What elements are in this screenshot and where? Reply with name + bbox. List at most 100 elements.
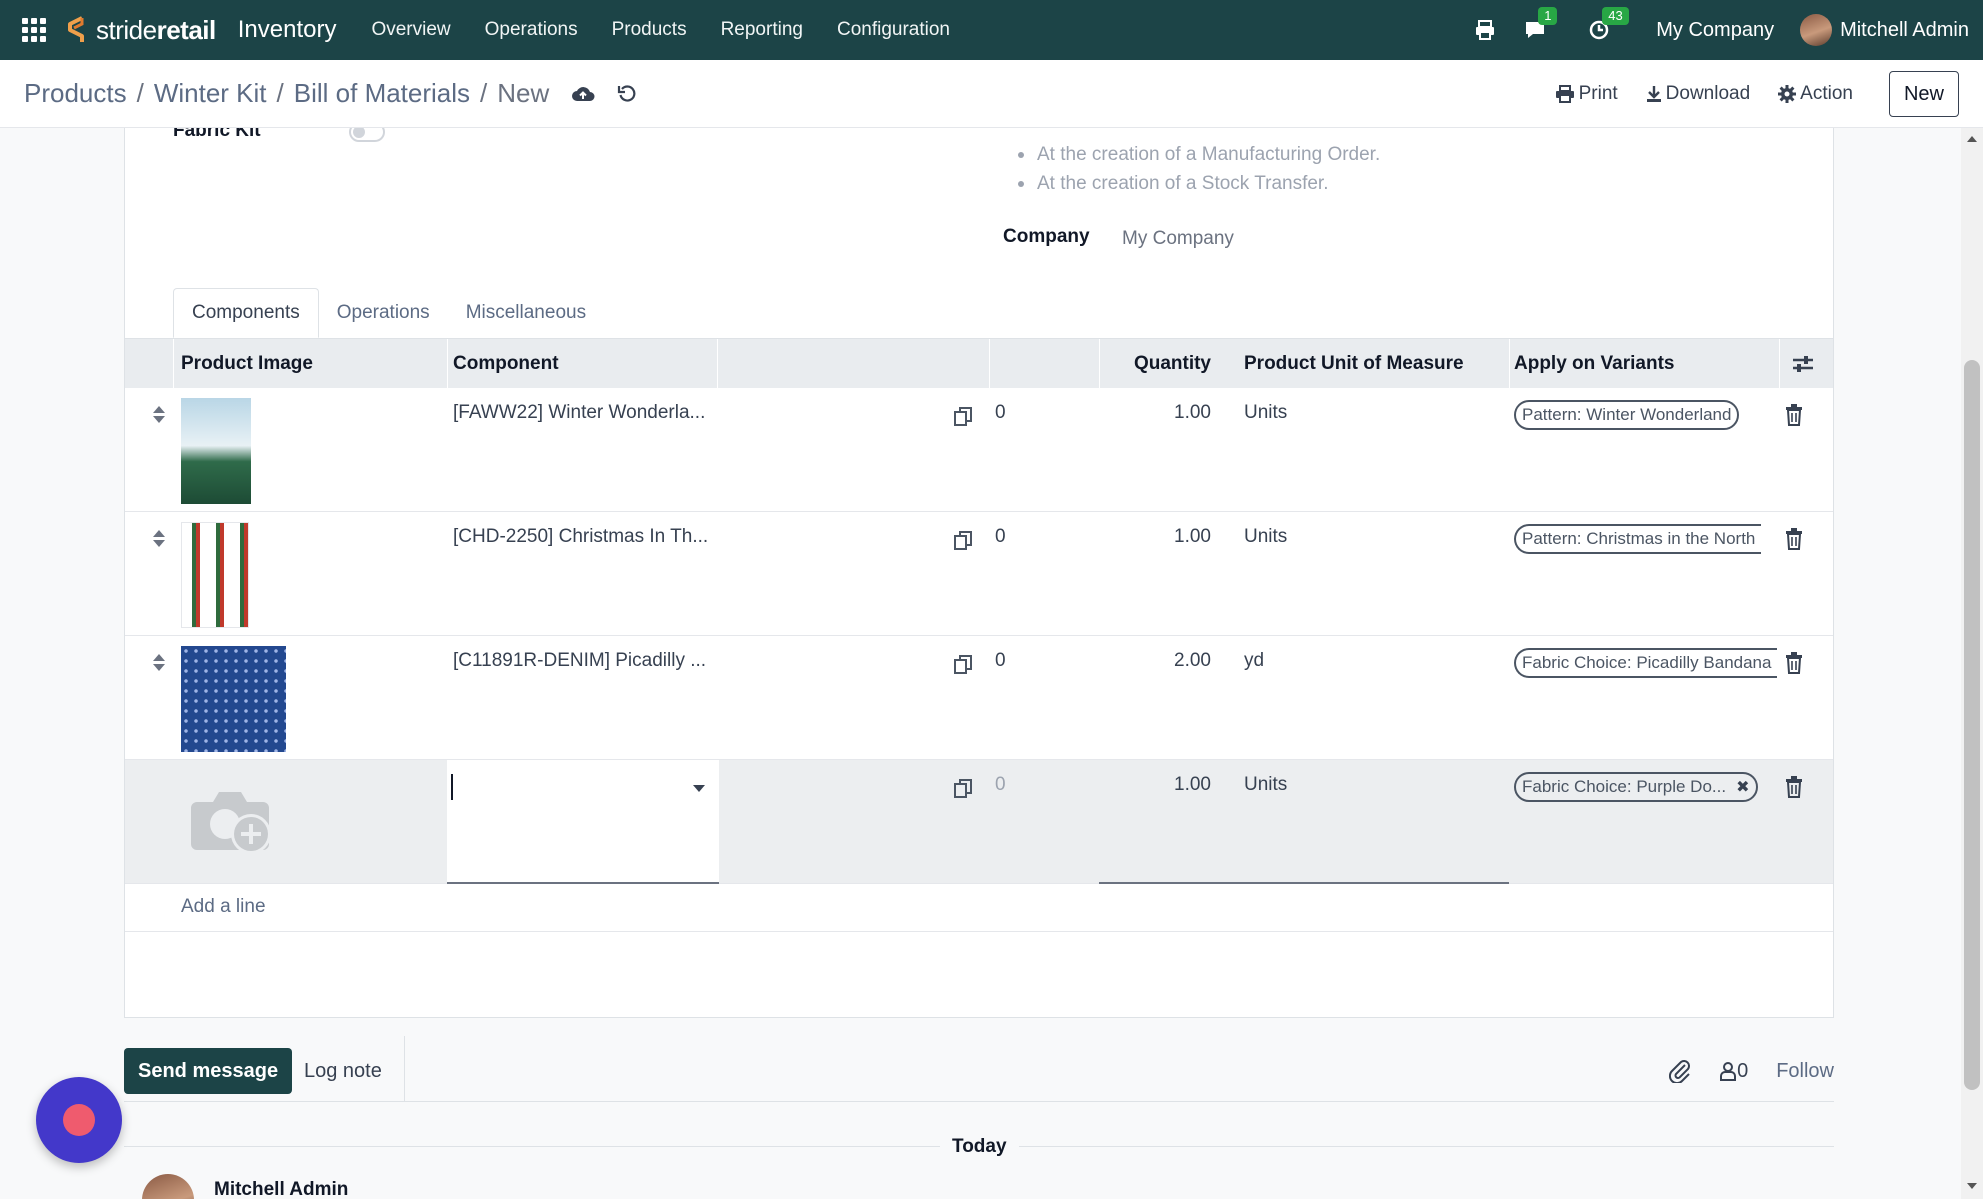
drag-handle-icon[interactable] (153, 654, 165, 674)
header-product-image[interactable]: Product Image (181, 339, 313, 389)
breadcrumb-bill-of-materials[interactable]: Bill of Materials (294, 78, 470, 109)
quantity-input[interactable]: 1.00 (1105, 774, 1211, 796)
breadcrumb-winter-kit[interactable]: Winter Kit (154, 78, 267, 109)
drag-handle-icon[interactable] (153, 406, 165, 426)
component-name[interactable]: [CHD-2250] Christmas In Th... (453, 526, 708, 548)
table-row[interactable]: [CHD-2250] Christmas In Th... 0 1.00 Uni… (125, 512, 1833, 636)
column-divider (717, 339, 718, 389)
component-select-input[interactable] (447, 760, 719, 884)
new-button[interactable]: New (1888, 71, 1959, 117)
quantity-value[interactable]: 1.00 (1105, 402, 1211, 424)
floating-record-button[interactable] (36, 1077, 122, 1163)
trash-icon[interactable] (1785, 528, 1803, 550)
camera-add-icon[interactable] (189, 784, 275, 856)
uom-select[interactable]: Units (1244, 774, 1287, 796)
copy-icon[interactable] (953, 406, 975, 428)
menu-configuration[interactable]: Configuration (820, 19, 967, 41)
dropdown-caret-icon[interactable] (693, 785, 705, 792)
copy-icon[interactable] (953, 778, 975, 800)
page-scrollbar[interactable] (1961, 128, 1983, 1199)
breadcrumb-current: New (497, 78, 550, 108)
component-name[interactable]: [FAWW22] Winter Wonderla... (453, 402, 705, 424)
followers-button[interactable]: 0 (1719, 1060, 1748, 1083)
scroll-down-arrow-icon[interactable] (1967, 1183, 1977, 1189)
variant-tag[interactable]: Pattern: Christmas in the North (1514, 524, 1762, 554)
save-cloud-icon[interactable] (571, 84, 595, 104)
uom-value[interactable]: Units (1244, 402, 1287, 424)
uom-value[interactable]: yd (1244, 650, 1264, 672)
column-divider (447, 339, 448, 389)
discard-undo-icon[interactable] (617, 84, 637, 104)
header-uom[interactable]: Product Unit of Measure (1244, 339, 1464, 389)
components-table: Product Image Component Quantity Product… (125, 338, 1833, 932)
quantity-value[interactable]: 2.00 (1105, 650, 1211, 672)
quantity-value[interactable]: 1.00 (1105, 526, 1211, 548)
print-button[interactable]: Print (1555, 83, 1618, 105)
variant-tag-label: Fabric Choice: Picadilly Bandana (1522, 653, 1772, 672)
follow-button[interactable]: Follow (1776, 1060, 1834, 1083)
menu-operations[interactable]: Operations (468, 19, 595, 41)
person-icon (1720, 1062, 1737, 1081)
message-author-avatar[interactable] (142, 1174, 194, 1199)
availability-value: 0 (995, 526, 1006, 547)
header-apply-on-variants[interactable]: Apply on Variants (1514, 339, 1674, 389)
app-name[interactable]: Inventory (238, 16, 337, 44)
paperclip-icon[interactable] (1669, 1059, 1691, 1083)
user-avatar[interactable] (1800, 14, 1833, 46)
menu-reporting[interactable]: Reporting (704, 19, 820, 41)
scroll-up-arrow-icon[interactable] (1967, 136, 1977, 142)
breadcrumb-products[interactable]: Products (24, 78, 127, 109)
company-switcher[interactable]: My Company (1656, 19, 1774, 42)
header-quantity[interactable]: Quantity (1105, 339, 1211, 389)
fabric-kit-toggle[interactable] (349, 128, 385, 142)
scrollbar-thumb[interactable] (1964, 360, 1980, 1090)
component-name[interactable]: [C11891R-DENIM] Picadilly ... (453, 650, 706, 672)
menu-products[interactable]: Products (595, 19, 704, 41)
download-button[interactable]: Download (1646, 83, 1750, 105)
action-label: Action (1800, 83, 1853, 104)
column-divider (1779, 339, 1780, 389)
copy-icon[interactable] (953, 530, 975, 552)
tab-operations[interactable]: Operations (319, 288, 448, 338)
availability-value: 0 (995, 402, 1006, 423)
company-label: Company (1003, 226, 1090, 247)
record-dot-icon (63, 1104, 95, 1136)
tab-miscellaneous[interactable]: Miscellaneous (448, 288, 604, 338)
table-row[interactable]: [FAWW22] Winter Wonderla... 0 1.00 Units… (125, 388, 1833, 512)
send-message-button[interactable]: Send message (124, 1048, 293, 1094)
variant-tag[interactable]: Pattern: Winter Wonderland (1514, 400, 1740, 430)
company-field[interactable]: My Company (1122, 228, 1234, 250)
top-navbar: strideretail Inventory Overview Operatio… (0, 0, 1983, 60)
trash-icon[interactable] (1785, 776, 1803, 798)
menu-overview[interactable]: Overview (354, 19, 467, 41)
apps-menu-icon[interactable] (20, 16, 48, 44)
variant-tag-label: Pattern: Christmas in the North (1522, 529, 1756, 548)
remove-tag-icon[interactable]: ✖ (1736, 777, 1749, 797)
download-icon (1646, 86, 1661, 102)
add-line-link[interactable]: Add a line (181, 896, 266, 918)
user-menu[interactable]: Mitchell Admin (1840, 19, 1969, 42)
drag-handle-icon[interactable] (153, 530, 165, 550)
header-component[interactable]: Component (453, 339, 559, 389)
column-divider (173, 339, 174, 389)
optional-columns-icon[interactable] (1791, 339, 1815, 389)
uom-value[interactable]: Units (1244, 526, 1287, 548)
printer-icon[interactable] (1472, 17, 1498, 43)
variant-tag[interactable]: Fabric Choice: Purple Do... ✖ (1514, 772, 1758, 802)
trash-icon[interactable] (1785, 404, 1803, 426)
variant-tag[interactable]: Fabric Choice: Picadilly Bandana (1514, 648, 1778, 678)
brand-logo[interactable]: strideretail (62, 15, 216, 46)
activities-badge: 43 (1602, 7, 1629, 25)
action-button[interactable]: Action (1778, 83, 1853, 105)
print-label: Print (1578, 83, 1618, 104)
activities-icon[interactable]: 43 (1586, 7, 1629, 43)
log-note-button[interactable]: Log note (304, 1048, 382, 1094)
messages-icon[interactable]: 1 (1522, 7, 1558, 43)
trash-icon[interactable] (1785, 652, 1803, 674)
printer-icon (1555, 85, 1574, 103)
table-row-editing[interactable]: 0 1.00 Units Fabric Choice: Purple Do...… (125, 760, 1833, 884)
tab-components[interactable]: Components (173, 288, 319, 338)
table-row[interactable]: [C11891R-DENIM] Picadilly ... 0 2.00 yd … (125, 636, 1833, 760)
copy-icon[interactable] (953, 654, 975, 676)
breadcrumb-separator: / (480, 78, 488, 108)
